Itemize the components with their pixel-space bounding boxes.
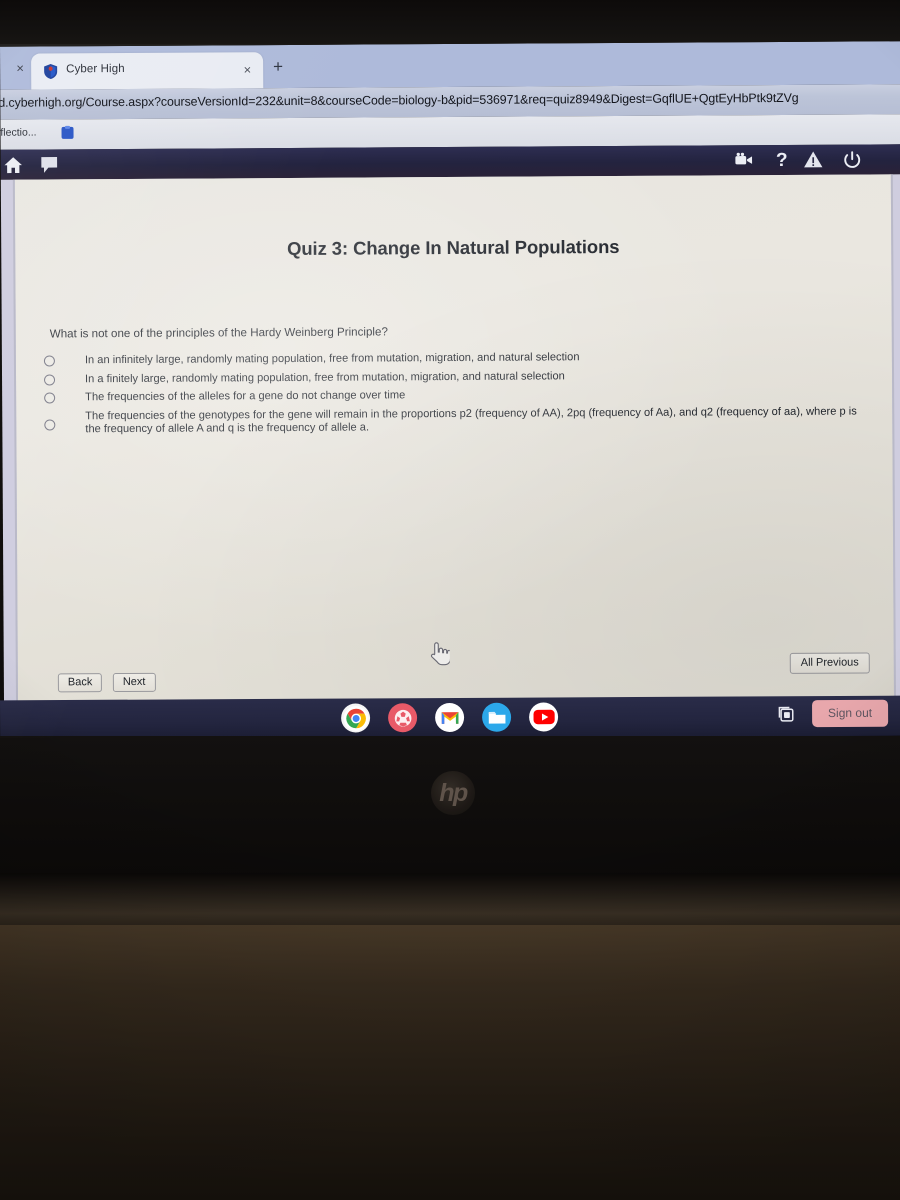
radio-button-3[interactable] [44, 392, 56, 404]
answer-option-label: The frequencies of the alleles for a gen… [85, 389, 406, 404]
games-icon[interactable] [388, 703, 418, 733]
page-body: Quiz 3: Change In Natural Populations Wh… [0, 174, 900, 739]
home-icon[interactable] [3, 155, 25, 177]
sign-out-button[interactable]: Sign out [811, 699, 889, 728]
video-camera-icon[interactable] [733, 150, 755, 172]
back-button[interactable]: Back [57, 673, 103, 693]
power-icon[interactable] [842, 149, 864, 171]
all-previous-button[interactable]: All Previous [789, 652, 870, 674]
shelf-app-icons [341, 702, 559, 733]
radio-button-2[interactable] [44, 374, 56, 386]
answer-option-4[interactable]: The frequencies of the genotypes for the… [44, 405, 874, 437]
gmail-icon[interactable] [435, 702, 465, 733]
answer-option-label: In an infinitely large, randomly mating … [84, 351, 580, 367]
help-question-icon[interactable]: ? [771, 150, 793, 172]
shelf-status-area: Sign out [774, 699, 889, 728]
quiz-page: Quiz 3: Change In Natural Populations Wh… [12, 174, 897, 739]
radio-button-1[interactable] [43, 355, 55, 367]
shield-favicon [43, 63, 58, 80]
page-title: Quiz 3: Change In Natural Populations [286, 235, 620, 259]
laptop-screen: × Cyber High × + d.cyberhigh.org/Course.… [0, 41, 900, 739]
files-icon[interactable] [482, 702, 512, 732]
answer-option-3[interactable]: The frequencies of the alleles for a gen… [44, 387, 874, 406]
bookmark-item-reflection[interactable]: eflectio... [0, 127, 37, 139]
youtube-icon[interactable] [529, 702, 559, 732]
bookmark-folder-icon[interactable] [60, 125, 74, 140]
hp-brand-logo: hp [431, 771, 475, 815]
question-prompt: What is not one of the principles of the… [49, 325, 388, 341]
message-bubble-icon[interactable] [39, 154, 61, 176]
answer-options-list: In an infinitely large, randomly mating … [43, 349, 875, 442]
chrome-icon[interactable] [341, 703, 371, 733]
answer-option-label: The frequencies of the genotypes for the… [85, 405, 857, 436]
browser-tabstrip: × Cyber High × + [0, 41, 900, 90]
browser-tab-title: Cyber High [66, 62, 125, 76]
tab-close-icon[interactable]: × [244, 60, 252, 79]
screenshot-root: × Cyber High × + d.cyberhigh.org/Course.… [0, 0, 900, 1200]
radio-button-4[interactable] [44, 419, 56, 431]
answer-option-2[interactable]: In a finitely large, randomly mating pop… [44, 368, 874, 387]
laptop-hinge [0, 873, 900, 929]
laptop-keyboard-deck: @ 2 # 3 $ 4 % 5 ^ 6 & 7 [0, 925, 900, 1200]
warning-triangle-icon[interactable] [803, 150, 825, 172]
browser-tab-cyber-high[interactable]: Cyber High × [31, 52, 264, 90]
next-button[interactable]: Next [112, 672, 156, 693]
screen-capture-icon[interactable] [774, 702, 798, 726]
pointing-hand-cursor [428, 640, 452, 666]
chromeos-shelf: Sign out [0, 695, 900, 741]
new-tab-button[interactable]: + [273, 57, 283, 76]
quiz-nav-buttons: Back Next [57, 672, 162, 693]
answer-option-label: In a finitely large, randomly mating pop… [85, 369, 565, 385]
window-close-icon[interactable]: × [12, 61, 28, 77]
answer-option-1[interactable]: In an infinitely large, randomly mating … [43, 349, 874, 368]
url-text: d.cyberhigh.org/Course.aspx?courseVersio… [0, 90, 799, 110]
